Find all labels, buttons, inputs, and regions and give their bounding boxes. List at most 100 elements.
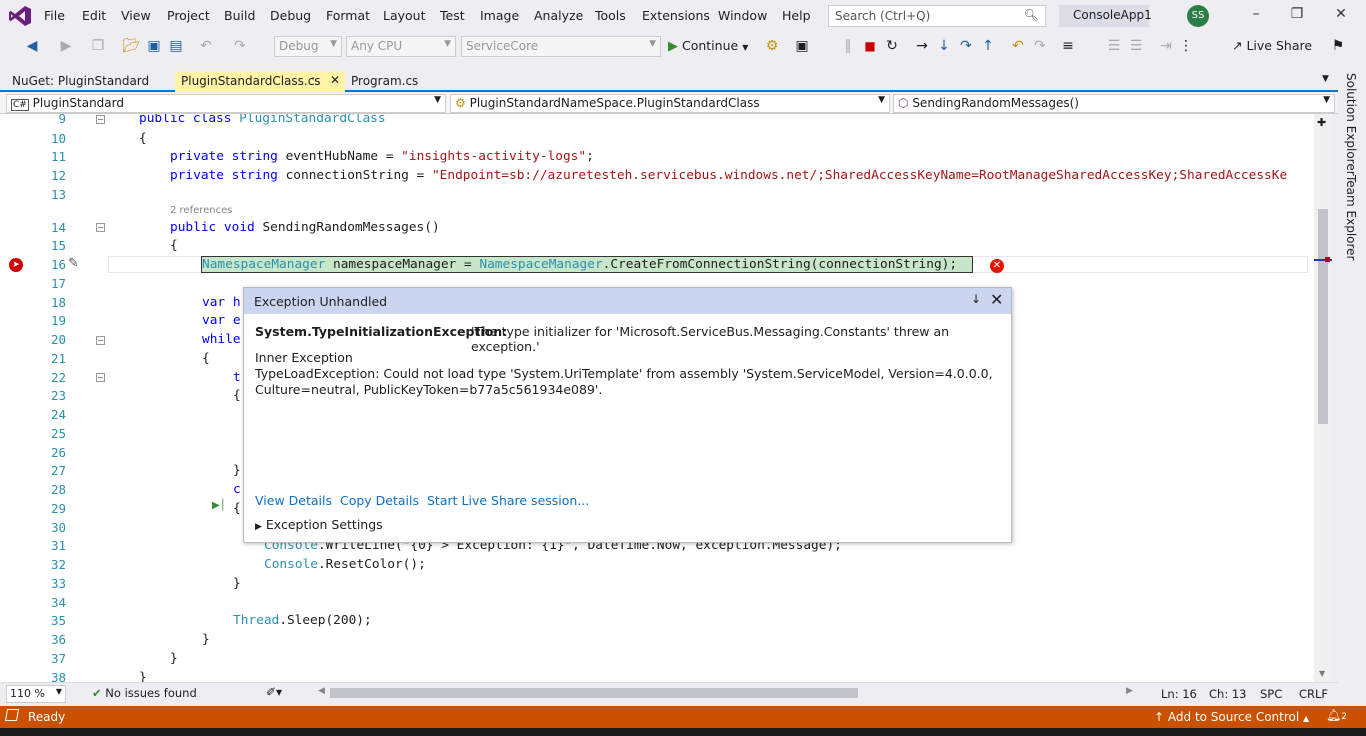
solution-explorer-tab[interactable]: Solution Explorer (1344, 73, 1358, 176)
close-icon[interactable]: ✕ (990, 290, 1003, 309)
class-icon: ⚙ (455, 96, 466, 110)
line-ending-indicator[interactable]: CRLF (1299, 687, 1328, 701)
quick-actions-icon[interactable]: ✎ (68, 256, 79, 271)
search-input[interactable]: Search (Ctrl+Q) 🔍︎ (828, 5, 1046, 27)
vertical-scrollbar[interactable]: ✚ ▼ (1314, 114, 1332, 682)
new-item-icon[interactable]: ❐ (90, 38, 106, 54)
forward-icon[interactable]: ▶ (58, 38, 74, 54)
column-indicator: Ch: 13 (1209, 687, 1247, 701)
tab-program[interactable]: Program.cs (345, 71, 435, 92)
code-line-15: { (170, 238, 178, 253)
menu-tools[interactable]: Tools (595, 8, 626, 23)
whitespace-indicator[interactable]: SPC (1260, 687, 1282, 701)
issues-indicator[interactable]: ✔ No issues found (92, 686, 197, 700)
close-window-icon[interactable]: ✕ (1330, 6, 1352, 22)
break-all-icon[interactable]: ‖ (840, 38, 856, 54)
scroll-thumb[interactable] (1318, 209, 1328, 424)
menu-debug[interactable]: Debug (270, 8, 311, 23)
document-tabs: NuGet: PluginStandard PluginStandardClas… (0, 71, 1340, 92)
code-line-14: public void SendingRandomMessages() (170, 220, 440, 235)
step-out-icon[interactable]: ↑ (980, 38, 996, 54)
menu-help[interactable]: Help (782, 8, 811, 23)
back-icon[interactable]: ◀ (24, 38, 40, 54)
menu-project[interactable]: Project (167, 8, 210, 23)
team-explorer-tab[interactable]: Team Explorer (1344, 175, 1358, 261)
exception-marker-icon[interactable]: ➤ (9, 258, 23, 272)
run-to-cursor-icon[interactable]: ▶│ (212, 500, 226, 511)
tab-nuget[interactable]: NuGet: PluginStandard (6, 71, 174, 92)
config-dropdown[interactable]: Debug ▼ (274, 36, 342, 57)
open-folder-icon[interactable]: 📂︎ (122, 38, 140, 54)
startup-project-dropdown[interactable]: ServiceCore ▼ (461, 36, 661, 57)
menu-edit[interactable]: Edit (82, 8, 106, 23)
close-tab-icon[interactable]: ✕ (330, 73, 340, 87)
scroll-left-icon[interactable]: ◀ (318, 686, 325, 696)
scroll-down-icon[interactable]: ▼ (1319, 669, 1325, 678)
show-next-statement-icon[interactable]: → (914, 38, 930, 54)
redo-icon[interactable]: ↷ (232, 38, 248, 54)
avatar[interactable]: SS (1187, 5, 1209, 27)
menu-extensions[interactable]: Extensions (642, 8, 710, 23)
platform-dropdown[interactable]: Any CPU ▼ (346, 36, 456, 57)
pin-icon[interactable]: ˒ (312, 74, 315, 85)
restart-icon[interactable]: ↻ (884, 38, 900, 54)
copy-details-link[interactable]: Copy Details (340, 493, 419, 508)
pin-icon[interactable]: ↓ (971, 292, 981, 306)
zoom-dropdown[interactable]: 110 % ▼ (6, 685, 66, 703)
code-line-9: public class PluginStandardClass (139, 114, 386, 126)
type-nav-dropdown[interactable]: ⚙ PluginStandardNameSpace.PluginStandard… (450, 94, 890, 113)
exception-settings-expander[interactable]: ▶ Exception Settings (255, 517, 383, 532)
start-live-share-link[interactable]: Start Live Share session... (427, 493, 589, 508)
menu-view[interactable]: View (121, 8, 151, 23)
chevron-up-icon: ▲ (1303, 714, 1310, 723)
menu-window[interactable]: Window (718, 8, 767, 23)
stop-icon[interactable]: ■ (862, 38, 878, 54)
collapse-icon[interactable]: − (96, 115, 105, 124)
collapse-icon[interactable]: − (96, 223, 105, 232)
scroll-right-icon[interactable]: ▶ (1126, 686, 1133, 696)
project-nav-dropdown[interactable]: C# PluginStandard ▼ (6, 94, 446, 113)
collapse-icon[interactable]: − (96, 373, 105, 382)
save-all-icon[interactable]: ▤ (168, 38, 184, 54)
tab-pluginstandardclass[interactable]: PluginStandardClass.cs ˒ ✕ (175, 71, 345, 92)
undo-icon[interactable]: ↶ (198, 38, 214, 54)
collapse-icon[interactable]: − (96, 336, 105, 345)
save-icon[interactable]: ▣ (146, 38, 162, 54)
undo-edit-icon[interactable]: ↶ (1010, 38, 1026, 54)
startup-project-value: ServiceCore (466, 39, 539, 53)
comment-icon[interactable]: ☰ (1106, 38, 1122, 54)
error-icon[interactable]: ✕ (990, 259, 1004, 273)
project-name-badge[interactable]: ConsoleApp1 (1059, 5, 1152, 27)
member-nav-dropdown[interactable]: ⬡ SendingRandomMessages() ▼ (893, 94, 1335, 113)
continue-button[interactable]: ▶ Continue ▼ (668, 36, 748, 57)
notifications-button[interactable]: 🔔︎2 (1326, 708, 1347, 722)
more-tools-icon[interactable]: ⋮ (1178, 38, 1194, 54)
view-details-link[interactable]: View Details (255, 493, 332, 508)
menu-format[interactable]: Format (326, 8, 370, 23)
split-icon[interactable]: ✚ (1317, 116, 1326, 129)
tab-overflow-icon[interactable]: ▼ (1322, 74, 1329, 84)
menu-test[interactable]: Test (440, 8, 465, 23)
indent-icon[interactable]: ⇥ (1158, 38, 1174, 54)
uncomment-icon[interactable]: ☰ (1128, 38, 1144, 54)
step-into-icon[interactable]: ↓ (936, 38, 952, 54)
minimize-icon[interactable]: – (1245, 6, 1267, 22)
codelens-references[interactable]: 2 references (170, 205, 233, 216)
arrow-up-icon: ↑ (1154, 710, 1165, 724)
redo-edit-icon[interactable]: ↷ (1032, 38, 1048, 54)
add-to-source-control-button[interactable]: ↑ Add to Source Control ▲ (1154, 710, 1309, 724)
format-icon[interactable]: ≡ (1060, 38, 1076, 54)
step-over-icon[interactable]: ↷ (958, 38, 974, 54)
menu-analyze[interactable]: Analyze (534, 8, 583, 23)
process-icon[interactable]: ⚙ (764, 38, 780, 54)
feedback-icon[interactable]: ⚑ (1330, 38, 1346, 54)
live-share-button[interactable]: ↗ Live Share (1232, 38, 1312, 53)
menu-build[interactable]: Build (224, 8, 255, 23)
horizontal-scroll-thumb[interactable] (330, 688, 858, 698)
menu-layout[interactable]: Layout (383, 8, 426, 23)
brush-icon[interactable]: ✐▾ (266, 685, 282, 699)
screenshot-icon[interactable]: ▣ (794, 38, 810, 54)
menu-file[interactable]: File (44, 8, 65, 23)
restore-icon[interactable]: ❐ (1286, 6, 1308, 22)
menu-image[interactable]: Image (480, 8, 519, 23)
